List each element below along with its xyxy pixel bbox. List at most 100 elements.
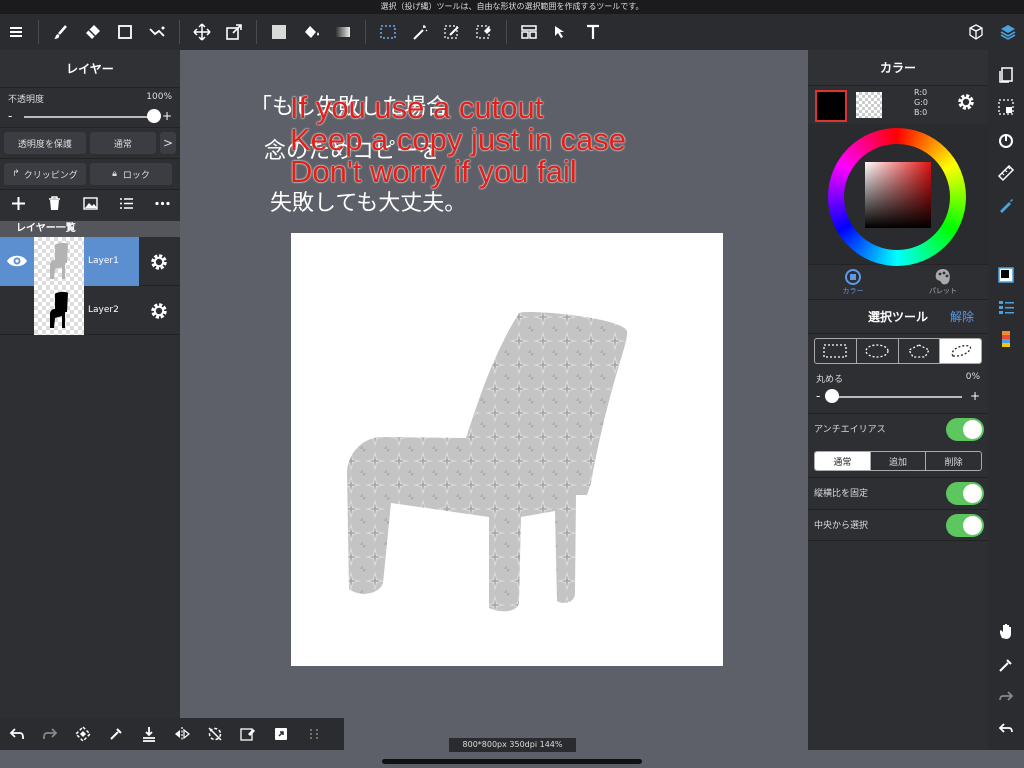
round-slider-track: [832, 396, 962, 398]
3d-icon[interactable]: [960, 14, 992, 50]
saturation-value-square[interactable]: [865, 162, 931, 228]
fill-color-icon[interactable]: [263, 14, 295, 50]
g-value: G:0: [914, 98, 928, 107]
layer-actions-row: [0, 189, 180, 221]
opacity-slider[interactable]: - +: [8, 105, 172, 127]
layers-icon[interactable]: [992, 14, 1024, 50]
eyedropper-tool-icon[interactable]: [988, 650, 1024, 680]
text-icon[interactable]: [577, 14, 609, 50]
layer-list-icon[interactable]: [119, 196, 134, 215]
opacity-plus-button[interactable]: +: [162, 109, 172, 123]
clear-selection-button[interactable]: 解除: [950, 300, 974, 334]
mode-delete-button[interactable]: 削除: [926, 452, 981, 470]
ellipse-select-mode[interactable]: [857, 339, 899, 363]
color-wheel[interactable]: [808, 124, 988, 266]
lock-button[interactable]: 🔒︎ ロック: [90, 163, 172, 185]
menu-icon[interactable]: [0, 14, 32, 50]
select-eraser-icon[interactable]: [468, 14, 500, 50]
grip-icon[interactable]: [297, 718, 330, 750]
foreground-color-swatch[interactable]: [815, 90, 847, 122]
color-settings-gear-icon[interactable]: [956, 92, 976, 116]
add-layer-icon[interactable]: [11, 196, 26, 215]
transform-icon[interactable]: [218, 14, 250, 50]
tab-color[interactable]: カラー: [808, 265, 898, 299]
eye-icon[interactable]: [0, 254, 34, 268]
selection-icon[interactable]: [372, 14, 404, 50]
round-minus-button[interactable]: -: [816, 389, 820, 403]
reference-icon[interactable]: [264, 718, 297, 750]
color-circle-icon: [845, 269, 861, 285]
eraser-icon[interactable]: [77, 14, 109, 50]
opacity-slider-track: [24, 116, 154, 118]
gradient-icon[interactable]: [327, 14, 359, 50]
brush-icon[interactable]: [45, 14, 77, 50]
hand-icon[interactable]: [988, 616, 1024, 646]
drawing-canvas[interactable]: [291, 233, 723, 666]
background-color-swatch[interactable]: [856, 92, 882, 118]
layer-item-layer2[interactable]: Layer2: [0, 285, 180, 335]
color-swatch-icon[interactable]: [988, 260, 1024, 290]
flip-icon[interactable]: [165, 718, 198, 750]
rect-select-mode[interactable]: [815, 339, 857, 363]
round-slider-knob[interactable]: [825, 389, 839, 403]
caption-line-3: Don't worry if you fail: [290, 154, 577, 189]
protect-alpha-button[interactable]: 透明度を保護: [4, 132, 86, 154]
mode-add-button[interactable]: 追加: [871, 452, 927, 470]
opacity-minus-button[interactable]: -: [8, 109, 12, 123]
home-indicator[interactable]: [382, 759, 642, 764]
undo-icon[interactable]: [0, 718, 33, 750]
rotate-reset-icon[interactable]: [198, 718, 231, 750]
redo-icon[interactable]: [33, 718, 66, 750]
eyedropper-icon[interactable]: [99, 718, 132, 750]
round-value: 0%: [965, 372, 980, 382]
right-tool-strip: [988, 50, 1024, 750]
filter-icon[interactable]: [141, 14, 173, 50]
rectangle-icon[interactable]: [109, 14, 141, 50]
pen-icon[interactable]: [988, 190, 1024, 220]
mode-normal-button[interactable]: 通常: [815, 452, 871, 470]
round-plus-button[interactable]: +: [970, 389, 980, 403]
color-panel-title: カラー: [808, 50, 988, 86]
material-icon[interactable]: [988, 324, 1024, 354]
fix-ratio-toggle[interactable]: [946, 482, 984, 505]
round-slider[interactable]: - +: [816, 385, 980, 407]
lasso-select-mode[interactable]: [940, 339, 981, 363]
layer-item-layer1[interactable]: Layer1: [0, 236, 180, 286]
tab-palette[interactable]: パレット: [898, 265, 988, 299]
layer-settings-gear-icon[interactable]: [149, 252, 169, 276]
magic-wand-icon[interactable]: [404, 14, 436, 50]
tool-hint-bar: 選択（投げ縄）ツールは、自由な形状の選択範囲を作成するツールです。: [0, 0, 1024, 14]
undo-icon[interactable]: [988, 714, 1024, 744]
toolbar-divider: [179, 20, 180, 44]
layer-settings-gear-icon[interactable]: [149, 301, 169, 325]
brush-list-icon[interactable]: [988, 292, 1024, 322]
polygon-select-mode[interactable]: [899, 339, 941, 363]
lasso-select-icon: [951, 345, 971, 357]
image-layer-icon[interactable]: [82, 196, 98, 215]
clipping-button[interactable]: ↱ クリッピング: [4, 163, 86, 185]
redo-icon[interactable]: [988, 682, 1024, 712]
blend-mode-button[interactable]: 通常: [89, 132, 156, 154]
layout-icon[interactable]: [513, 14, 545, 50]
selection-layer-icon[interactable]: [988, 92, 1024, 122]
more-icon[interactable]: [154, 196, 170, 215]
trash-icon[interactable]: [47, 196, 62, 215]
download-icon[interactable]: [132, 718, 165, 750]
clear-selection-icon[interactable]: [231, 718, 264, 750]
opacity-slider-knob[interactable]: [147, 109, 161, 123]
from-center-row: 中央から選択: [808, 509, 988, 541]
rotate-canvas-icon[interactable]: [66, 718, 99, 750]
blend-mode-arrow[interactable]: >: [160, 132, 176, 154]
tab-color-label: カラー: [842, 287, 864, 295]
pages-icon[interactable]: [988, 60, 1024, 90]
ruler-icon[interactable]: [988, 158, 1024, 188]
from-center-toggle[interactable]: [946, 514, 984, 537]
rotate-icon[interactable]: [988, 126, 1024, 156]
move-icon[interactable]: [186, 14, 218, 50]
opacity-label: 不透明度: [8, 95, 45, 105]
bucket-icon[interactable]: [295, 14, 327, 50]
antialias-toggle[interactable]: [946, 418, 984, 441]
layer-options-row-2: ↱ クリッピング 🔒︎ ロック: [0, 158, 180, 189]
select-pen-icon[interactable]: [436, 14, 468, 50]
select-layer-icon[interactable]: [545, 14, 577, 50]
